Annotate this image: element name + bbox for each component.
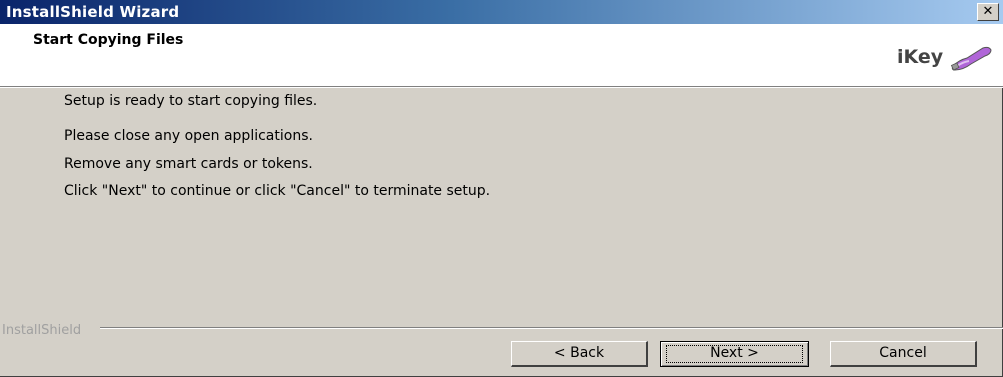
header-divider-highlight [0, 87, 1003, 88]
close-apps-message: Please close any open applications. [64, 128, 313, 144]
cancel-button[interactable]: Cancel [830, 341, 977, 367]
page-title: Start Copying Files [33, 32, 184, 48]
remove-tokens-message: Remove any smart cards or tokens. [64, 156, 313, 172]
wizard-header: Start Copying Files iKey [0, 24, 1003, 86]
close-icon: ✕ [982, 4, 994, 19]
ikey-logo: iKey [883, 44, 993, 72]
window-title: InstallShield Wizard [6, 3, 180, 21]
next-button[interactable]: Next > [660, 341, 809, 367]
ready-message: Setup is ready to start copying files. [64, 93, 318, 109]
logo-text: iKey [897, 46, 944, 68]
back-button-label: < Back [553, 345, 605, 361]
cancel-button-label: Cancel [879, 345, 927, 361]
close-button[interactable]: ✕ [977, 3, 999, 21]
usb-key-icon [950, 46, 992, 71]
installshield-wizard-window: InstallShield Wizard ✕ Start Copying Fil… [0, 0, 1003, 377]
installshield-brand-label: InstallShield [2, 323, 86, 338]
brand-line: InstallShield [0, 323, 1003, 338]
back-button[interactable]: < Back [511, 341, 648, 367]
next-button-label: Next > [710, 345, 759, 361]
title-bar[interactable]: InstallShield Wizard ✕ [0, 0, 1003, 24]
continue-instructions: Click "Next" to continue or click "Cance… [64, 183, 491, 199]
